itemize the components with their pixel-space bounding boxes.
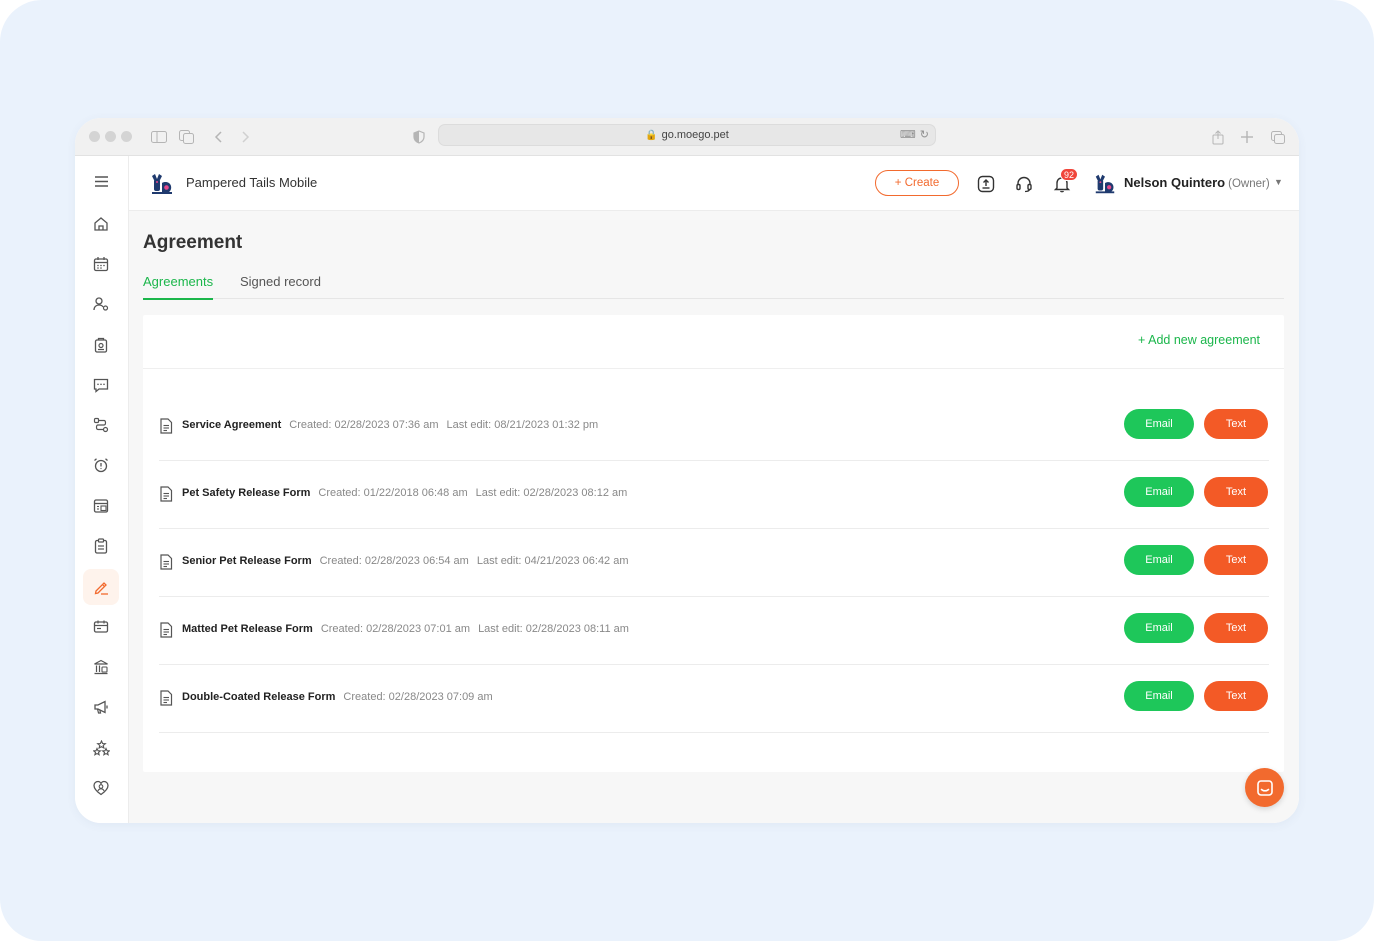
agreement-name[interactable]: Double-Coated Release Form <box>182 691 335 703</box>
agreement-created: Created: 02/28/2023 07:09 am <box>343 691 493 703</box>
document-icon <box>160 622 173 638</box>
agreement-last-edit: Last edit: 02/28/2023 08:11 am <box>478 623 629 635</box>
route-icon[interactable] <box>83 407 119 443</box>
agreement-row: Matted Pet Release Form Created: 02/28/20… <box>159 597 1269 665</box>
menu-icon[interactable] <box>83 163 119 199</box>
upload-icon[interactable] <box>975 173 997 195</box>
user-name: Nelson Quintero <box>1124 175 1226 190</box>
page-title: Agreement <box>143 232 243 253</box>
agreement-last-edit: Last edit: 04/21/2023 06:42 am <box>476 555 629 567</box>
back-icon[interactable] <box>208 127 228 147</box>
sidebar-toggle-icon[interactable] <box>149 127 169 147</box>
lodging-icon[interactable] <box>83 327 119 363</box>
agreement-row: Pet Safety Release Form Created: 01/22/20… <box>159 461 1269 529</box>
card-header: + Add new agreement <box>143 315 1284 369</box>
notification-badge: 92 <box>1060 168 1079 181</box>
text-button[interactable]: Text <box>1204 477 1268 507</box>
loyalty-icon[interactable] <box>83 770 119 806</box>
calendar-icon[interactable] <box>83 246 119 282</box>
agreement-last-edit: Last edit: 02/28/2023 08:12 am <box>475 487 628 499</box>
browser-toolbar: 🔒 go.moego.pet ⌨ ↻ <box>75 118 1299 156</box>
minimize-window-button[interactable] <box>105 131 116 142</box>
marketing-icon[interactable] <box>83 689 119 725</box>
booking-icon[interactable] <box>83 488 119 524</box>
email-button[interactable]: Email <box>1124 409 1194 439</box>
payroll-icon[interactable] <box>83 609 119 645</box>
translate-icon[interactable]: ⌨ <box>900 128 916 141</box>
agreement-info: Senior Pet Release Form Created: 02/28/20… <box>182 555 637 567</box>
agreement-info: Matted Pet Release Form Created: 02/28/20… <box>182 623 637 635</box>
email-button[interactable]: Email <box>1124 545 1194 575</box>
document-icon <box>160 486 173 502</box>
left-nav <box>75 156 129 823</box>
close-window-button[interactable] <box>89 131 100 142</box>
agreement-icon[interactable] <box>83 569 119 605</box>
document-icon <box>160 690 173 706</box>
business-logo-icon[interactable] <box>149 171 175 197</box>
agreement-name[interactable]: Matted Pet Release Form <box>182 623 313 635</box>
agreement-last-edit: Last edit: 08/21/2023 01:32 pm <box>446 419 599 431</box>
agreement-created: Created: 02/28/2023 06:54 am <box>319 555 469 567</box>
new-tab-icon[interactable] <box>1237 127 1257 147</box>
user-avatar[interactable] <box>1093 172 1117 196</box>
address-text: go.moego.pet <box>661 129 729 141</box>
clients-icon[interactable] <box>83 286 119 322</box>
agreement-info: Double-Coated Release Form Created: 02/28… <box>182 691 509 703</box>
email-button[interactable]: Email <box>1124 477 1194 507</box>
main-content: Agreement Agreements Signed record + Add… <box>129 211 1299 823</box>
forward-icon[interactable] <box>236 127 256 147</box>
text-button[interactable]: Text <box>1204 613 1268 643</box>
add-new-agreement-link[interactable]: + Add new agreement <box>1138 333 1260 347</box>
browser-window: 🔒 go.moego.pet ⌨ ↻ Pampered Tails Mobile… <box>75 118 1299 823</box>
text-button[interactable]: Text <box>1204 409 1268 439</box>
email-button[interactable]: Email <box>1124 681 1194 711</box>
tab-bar: Agreements Signed record <box>143 267 1284 300</box>
email-button[interactable]: Email <box>1124 613 1194 643</box>
agreements-card: + Add new agreement Service Agreement Cre… <box>143 315 1284 772</box>
document-icon <box>160 418 173 434</box>
clipboard-icon[interactable] <box>83 528 119 564</box>
agreement-name[interactable]: Pet Safety Release Form <box>182 487 310 499</box>
tab-overview-icon[interactable] <box>1268 127 1288 147</box>
user-role: (Owner) <box>1228 178 1270 190</box>
reviews-icon[interactable] <box>83 730 119 766</box>
agreement-name[interactable]: Senior Pet Release Form <box>182 555 312 567</box>
app-header: Pampered Tails Mobile + Create 92 Nelson… <box>129 156 1299 211</box>
home-icon[interactable] <box>83 206 119 242</box>
agreement-created: Created: 01/22/2018 06:48 am <box>318 487 468 499</box>
tab-signed-record[interactable]: Signed record <box>240 274 321 298</box>
agreement-row: Double-Coated Release Form Created: 02/28… <box>159 665 1269 733</box>
document-icon <box>160 554 173 570</box>
reload-icon[interactable]: ↻ <box>920 128 929 141</box>
user-menu[interactable]: Nelson Quintero (Owner) <box>1124 175 1270 190</box>
reminder-icon[interactable] <box>83 447 119 483</box>
finance-icon[interactable] <box>83 649 119 685</box>
lock-icon: 🔒 <box>645 129 658 141</box>
agreement-created: Created: 02/28/2023 07:01 am <box>320 623 471 635</box>
agreement-created: Created: 02/28/2023 07:36 am <box>289 419 439 431</box>
agreement-info: Service Agreement Created: 02/28/2023 07:… <box>182 419 606 431</box>
agreement-info: Pet Safety Release Form Created: 01/22/20… <box>182 487 635 499</box>
zoom-window-button[interactable] <box>121 131 132 142</box>
tab-group-icon[interactable] <box>176 127 196 147</box>
headset-icon[interactable] <box>1013 173 1035 195</box>
text-button[interactable]: Text <box>1204 681 1268 711</box>
agreement-row: Service Agreement Created: 02/28/2023 07:… <box>159 393 1269 461</box>
text-button[interactable]: Text <box>1204 545 1268 575</box>
chat-support-button[interactable] <box>1245 768 1284 807</box>
share-icon[interactable] <box>1208 127 1228 147</box>
agreement-row: Senior Pet Release Form Created: 02/28/20… <box>159 529 1269 597</box>
privacy-shield-icon[interactable] <box>409 127 429 147</box>
agreement-name[interactable]: Service Agreement <box>182 419 281 431</box>
messages-icon[interactable] <box>83 367 119 403</box>
chat-icon <box>1256 779 1273 796</box>
create-button[interactable]: + Create <box>875 170 959 196</box>
tab-agreements[interactable]: Agreements <box>143 274 214 300</box>
chevron-down-icon[interactable]: ▼ <box>1274 177 1283 187</box>
business-name[interactable]: Pampered Tails Mobile <box>186 175 317 190</box>
address-bar[interactable]: 🔒 go.moego.pet ⌨ ↻ <box>438 124 936 146</box>
